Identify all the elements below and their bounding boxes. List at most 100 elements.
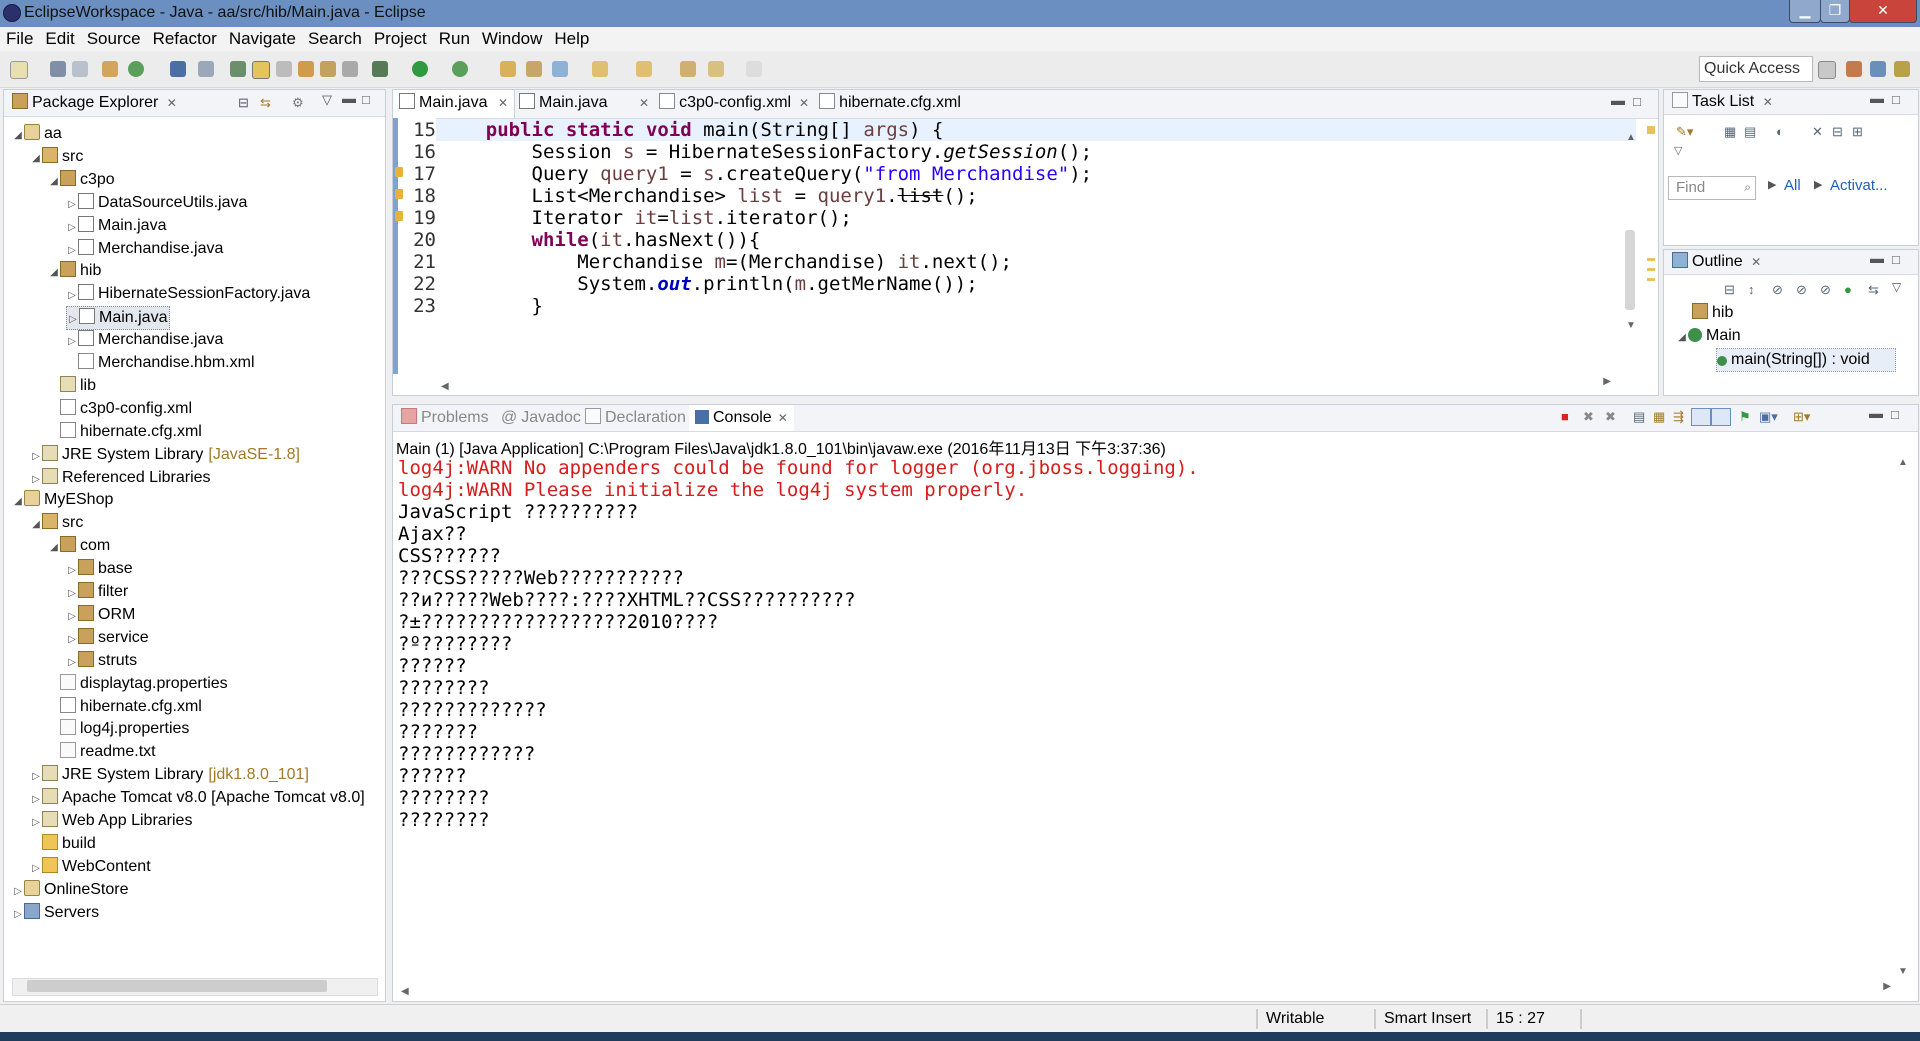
expand-arrow-icon[interactable]: ◢ xyxy=(12,125,24,147)
expand-arrow-icon[interactable]: ◢ xyxy=(1676,327,1688,349)
tree-item[interactable]: ▷ OnlineStore xyxy=(12,879,129,901)
close-icon[interactable]: ✕ xyxy=(498,96,508,110)
show-stderr-icon[interactable] xyxy=(1711,408,1731,426)
tree-item[interactable]: readme.txt xyxy=(48,741,156,763)
open-type-icon[interactable] xyxy=(500,61,516,77)
link-editor-icon[interactable]: ⇆ xyxy=(1868,282,1879,298)
tree-item[interactable]: ▷ Servers xyxy=(12,902,99,924)
hide-completed-icon[interactable]: ✕ xyxy=(1812,124,1823,140)
expand-arrow-icon[interactable]: ▷ xyxy=(66,560,78,582)
tree-item[interactable]: log4j.properties xyxy=(48,718,189,740)
sort-icon[interactable]: ↕ xyxy=(1748,282,1755,297)
expand-arrow-icon[interactable]: ▷ xyxy=(66,652,78,674)
tree-item[interactable]: displaytag.properties xyxy=(48,673,228,695)
tab-hibernate-cfg[interactable]: ✕ hibernate.cfg.xml xyxy=(793,90,967,116)
clear-console-icon[interactable]: ▤ xyxy=(1633,409,1645,425)
find-field[interactable]: Find ⌕ xyxy=(1668,176,1756,200)
code-line[interactable]: public static void main(String[] args) { xyxy=(440,119,944,141)
expand-arrow-icon[interactable]: ◢ xyxy=(30,514,42,536)
tree-item[interactable]: ▷ Main.java xyxy=(66,215,166,237)
tree-item[interactable]: ▷ Merchandise.java xyxy=(66,238,223,260)
tree-item[interactable]: ▷ ORM xyxy=(66,604,135,626)
minimize-view-icon[interactable]: ▬ xyxy=(1870,90,1884,106)
expand-arrow-icon[interactable]: ▷ xyxy=(12,881,24,903)
back-icon[interactable] xyxy=(708,61,724,77)
tree-item[interactable]: ▷ Apache Tomcat v8.0 [Apache Tomcat v8.0] xyxy=(30,787,365,809)
all-link[interactable]: All xyxy=(1784,177,1801,194)
link-with-editor-icon[interactable]: ⇆ xyxy=(260,95,271,111)
show-stdout-icon[interactable] xyxy=(1691,408,1711,426)
next-annotation-icon[interactable] xyxy=(592,61,608,77)
minimize-view-icon[interactable]: ▬ xyxy=(1869,405,1883,421)
focus-icon[interactable]: ◐ xyxy=(1776,124,1784,139)
code-line[interactable]: } xyxy=(440,295,543,317)
expand-arrow-icon[interactable]: ▷ xyxy=(66,629,78,651)
expand-arrow-icon[interactable]: ▷ xyxy=(66,583,78,605)
tree-item[interactable]: ◢ c3po xyxy=(48,169,115,191)
tree-item[interactable]: ▷ Referenced Libraries xyxy=(30,467,211,489)
expand-arrow-icon[interactable]: ▷ xyxy=(30,469,42,491)
outline-item-package[interactable]: hib xyxy=(1692,302,1733,324)
expand-arrow-icon[interactable]: ▷ xyxy=(66,240,78,262)
menu-project[interactable]: Project xyxy=(368,27,433,51)
paragraph-icon[interactable] xyxy=(342,61,358,77)
menu-help[interactable]: Help xyxy=(548,27,595,51)
toggle-icon[interactable] xyxy=(320,61,336,77)
maximize-view-icon[interactable]: □ xyxy=(1891,407,1899,422)
vertical-scrollbar[interactable]: ▲ ▼ xyxy=(1624,130,1636,331)
run-icon[interactable] xyxy=(412,61,428,77)
maximize-view-icon[interactable]: □ xyxy=(362,92,370,107)
minimize-button[interactable]: ▁ xyxy=(1789,0,1821,23)
hide-nonpublic-icon[interactable]: ⊘ xyxy=(1820,282,1831,298)
tab-outline[interactable]: Outline ✕ xyxy=(1666,250,1767,274)
sync-icon[interactable]: ⊞ xyxy=(1852,124,1863,140)
search-icon[interactable] xyxy=(230,61,246,77)
tree-item[interactable]: ◢ src xyxy=(30,512,83,534)
remove-all-icon[interactable]: ✖ xyxy=(1605,409,1616,425)
tree-item[interactable]: ◢ aa xyxy=(12,123,62,145)
filter-icon[interactable]: ⚙ xyxy=(292,95,304,111)
tab-main-java-active[interactable]: Main.java ✕ xyxy=(393,90,515,118)
tree-item[interactable]: build xyxy=(30,833,96,855)
expand-arrow-icon[interactable]: ▷ xyxy=(30,858,42,880)
code-line[interactable]: System.out.println(m.getMerName()); xyxy=(440,273,977,295)
minimize-view-icon[interactable]: ▬ xyxy=(342,90,356,106)
java-ee-perspective-icon[interactable] xyxy=(1846,61,1862,77)
highlight-icon[interactable] xyxy=(252,61,270,79)
tree-item[interactable]: ◢ hib xyxy=(48,260,101,282)
collapse-all-icon[interactable]: ⊟ xyxy=(238,95,249,111)
tree-item[interactable]: ◢ com xyxy=(48,535,110,557)
menu-run[interactable]: Run xyxy=(433,27,476,51)
close-icon[interactable]: ✕ xyxy=(778,411,788,425)
expand-arrow-icon[interactable]: ▷ xyxy=(30,766,42,788)
tab-c3p0-config[interactable]: ✕ c3p0-config.xml xyxy=(633,90,797,116)
minimize-view-icon[interactable]: ▬ xyxy=(1611,92,1625,108)
prev-annotation-icon[interactable] xyxy=(636,61,652,77)
warning-icon[interactable] xyxy=(395,167,403,177)
code-line[interactable]: Merchandise m=(Merchandise) it.next(); xyxy=(440,251,1012,273)
tree-item[interactable]: ▷ JRE System Library [jdk1.8.0_101] xyxy=(30,764,309,786)
link-icon[interactable] xyxy=(198,61,214,77)
expand-arrow-icon[interactable]: ▷ xyxy=(30,812,42,834)
terminate-icon[interactable]: ■ xyxy=(1561,409,1569,424)
external-tools-icon[interactable] xyxy=(452,61,468,77)
activate-link[interactable]: Activat... xyxy=(1830,177,1888,194)
tree-item[interactable]: ▷ base xyxy=(66,558,133,580)
hide-fields-icon[interactable]: ⊘ xyxy=(1772,282,1783,298)
tab-javadoc[interactable]: @ Javadoc xyxy=(495,405,587,431)
warning-icon[interactable] xyxy=(395,211,403,221)
last-edit-icon[interactable] xyxy=(680,61,696,77)
open-console-icon[interactable]: ⊞▾ xyxy=(1793,409,1810,425)
expand-arrow-icon[interactable]: ▷ xyxy=(12,904,24,926)
expand-arrow-icon[interactable]: ◢ xyxy=(30,148,42,170)
save-all-icon[interactable] xyxy=(72,61,88,77)
hide-local-types-icon[interactable]: ● xyxy=(1844,282,1852,297)
outline-item-method[interactable]: main(String[]) : void xyxy=(1716,348,1896,372)
tree-item[interactable]: ▷ Web App Libraries xyxy=(30,810,192,832)
debug-perspective-icon[interactable] xyxy=(1894,61,1910,77)
close-icon[interactable]: ✕ xyxy=(639,96,649,110)
save-icon[interactable] xyxy=(50,61,66,77)
tree-item[interactable]: ▷ JRE System Library [JavaSE-1.8] xyxy=(30,444,300,466)
maximize-button[interactable]: ❐ xyxy=(1820,0,1850,23)
remove-launch-icon[interactable]: ✖ xyxy=(1583,409,1594,425)
